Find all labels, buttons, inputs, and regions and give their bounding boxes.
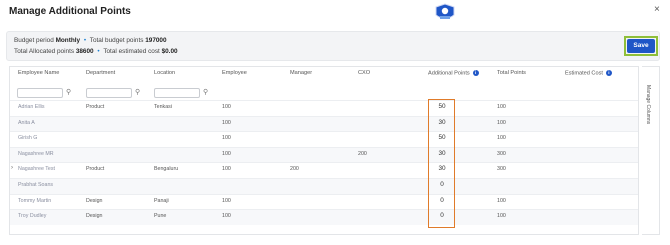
budget-period-value: Monthly — [55, 37, 81, 44]
filter-icon[interactable]: ⚲ — [203, 88, 208, 96]
col-header-employee-name[interactable]: Employee Name — [18, 70, 59, 76]
cell-cxo: 200 — [358, 150, 367, 157]
info-icon[interactable]: i — [472, 70, 479, 76]
total-allocated-value: 38600 — [75, 48, 94, 55]
additional-points-label: Additional Points — [428, 70, 470, 77]
col-header-department[interactable]: Department — [86, 70, 115, 76]
cell-employee-name: Nagashree Test — [18, 166, 56, 173]
cell-total-points: 100 — [497, 213, 506, 220]
cell-department: Design — [86, 197, 103, 204]
cell-employee: 100 — [222, 213, 231, 220]
table-row[interactable] — [10, 193, 638, 210]
cell-department: Product — [86, 104, 105, 110]
cell-employee: 100 — [222, 104, 231, 110]
manage-columns-label[interactable]: Manage Columns — [645, 85, 651, 124]
col-header-manager[interactable]: Manager — [290, 70, 312, 76]
department-filter-input[interactable] — [86, 88, 132, 98]
cell-location: Tenkasi — [154, 104, 172, 110]
summary-line-2: Total Allocated points 38600 • Total est… — [14, 48, 178, 55]
table-row[interactable] — [10, 209, 638, 225]
save-button[interactable]: Save — [627, 39, 655, 53]
brand-logo-icon — [435, 3, 455, 19]
cell-employee-name: Prabhat Soans — [18, 182, 54, 188]
separator-dot: • — [83, 37, 87, 44]
cell-total-points: 300 — [497, 166, 506, 173]
cell-employee: 100 — [222, 150, 231, 157]
budget-period-label: Budget period — [14, 37, 54, 44]
col-header-location[interactable]: Location — [154, 70, 175, 76]
table-row[interactable] — [10, 146, 638, 163]
cell-employee: 100 — [222, 135, 231, 142]
cell-employee: 100 — [222, 119, 231, 126]
cell-department: Product — [86, 166, 105, 173]
col-header-cxo[interactable]: CXO — [358, 70, 370, 76]
dialog-title: Manage Additional Points — [9, 6, 131, 17]
points-summary: Budget period Monthly • Total budget poi… — [6, 31, 660, 61]
close-icon[interactable]: × — [654, 4, 660, 15]
cell-location: Pune — [154, 213, 167, 220]
chevron-right-icon[interactable]: › — [11, 165, 13, 171]
estimated-cost-label: Total estimated cost — [103, 48, 160, 55]
cell-employee-name: Troy Dudley — [18, 213, 47, 220]
cell-location: Bengaluru — [154, 166, 179, 173]
cell-total-points: 100 — [497, 104, 506, 110]
filter-icon[interactable]: ⚲ — [135, 88, 140, 96]
cell-employee-name: Tommy Martin — [18, 197, 52, 204]
additional-points-highlight — [428, 99, 455, 228]
col-header-total-points[interactable]: Total Points — [497, 70, 526, 76]
cell-employee: 100 — [222, 166, 231, 173]
cell-employee-name: Anita A — [18, 119, 35, 126]
col-header-estimated-cost[interactable]: Estimated Cost i — [565, 70, 612, 76]
info-icon[interactable]: i — [605, 70, 612, 76]
cell-total-points: 100 — [497, 119, 506, 126]
total-budget-value: 197000 — [145, 37, 167, 44]
filter-icon[interactable]: ⚲ — [66, 88, 71, 96]
table-row[interactable] — [10, 115, 638, 132]
cell-location: Panaji — [154, 197, 169, 204]
estimated-cost-header-label: Estimated Cost — [565, 70, 603, 77]
location-filter-input[interactable] — [154, 88, 200, 98]
table-row[interactable] — [10, 131, 638, 147]
summary-line-1: Budget period Monthly • Total budget poi… — [14, 37, 167, 44]
col-header-additional-points[interactable]: Additional Points i — [428, 70, 479, 76]
cell-employee-name: Nagashree MR — [18, 150, 54, 157]
total-allocated-label: Total Allocated points — [14, 48, 75, 55]
table-row[interactable] — [10, 178, 638, 194]
cell-employee-name: Girish G — [18, 135, 38, 142]
cell-total-points: 100 — [497, 197, 506, 204]
cell-manager: 200 — [290, 166, 299, 173]
cell-total-points: 100 — [497, 135, 506, 142]
cell-department: Design — [86, 213, 103, 220]
cell-employee-name: Adrian Ellis — [18, 104, 45, 110]
total-budget-label: Total budget points — [89, 37, 144, 44]
cell-employee: 100 — [222, 197, 231, 204]
col-header-employee[interactable]: Employee — [222, 70, 247, 76]
separator-dot: • — [97, 48, 100, 55]
estimated-cost-value: $0.00 — [161, 48, 178, 55]
employee-name-filter-input[interactable] — [17, 88, 63, 98]
cell-total-points: 300 — [497, 150, 506, 157]
